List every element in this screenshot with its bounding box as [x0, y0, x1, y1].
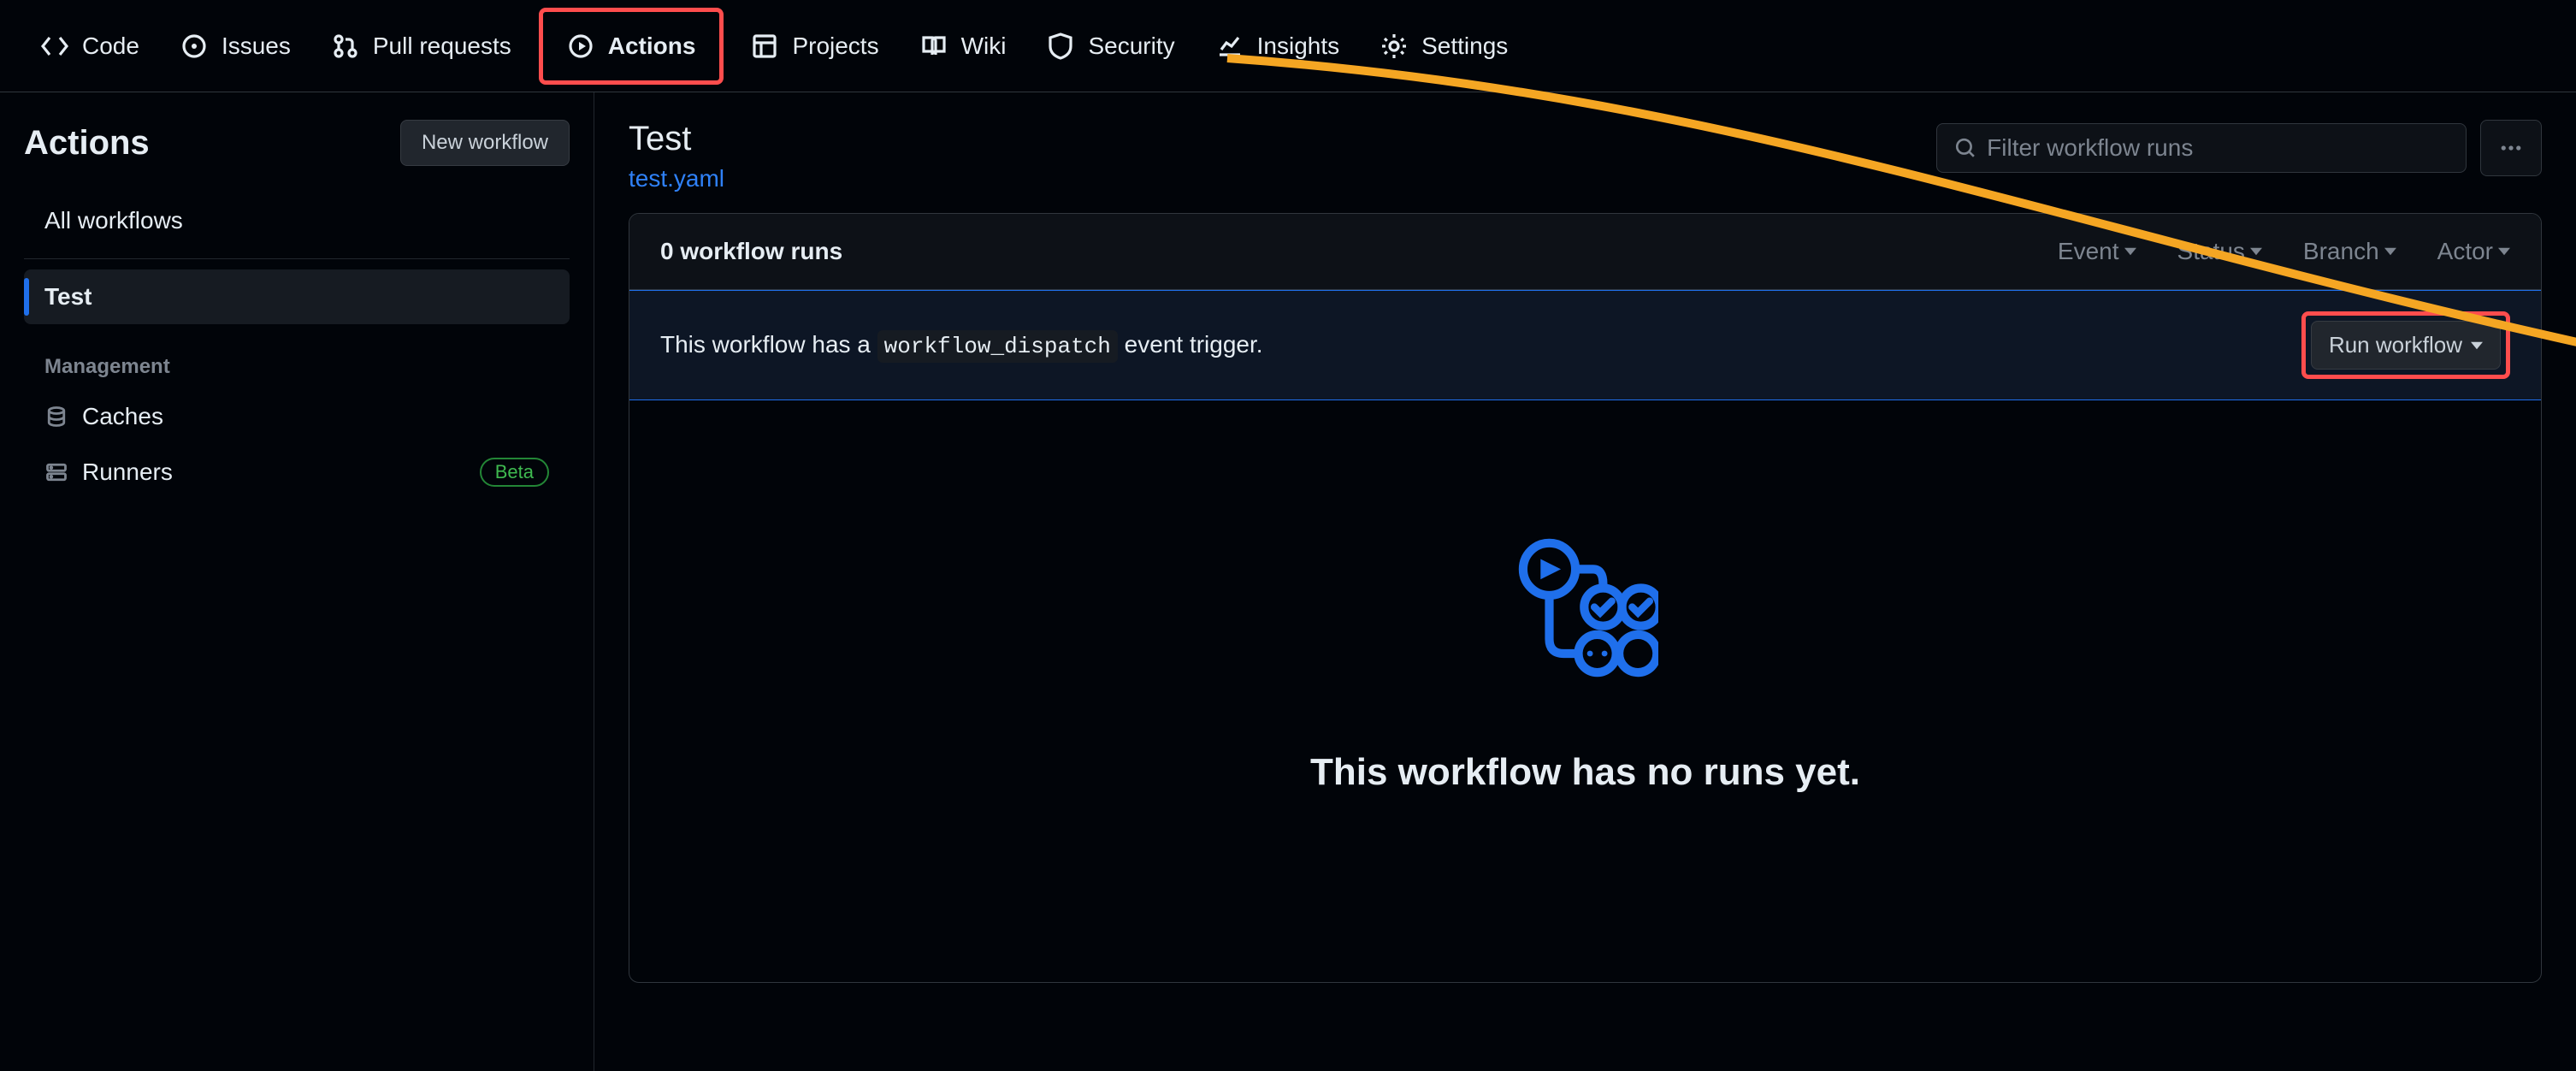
dispatch-code: workflow_dispatch [877, 330, 1118, 363]
tab-projects[interactable]: Projects [737, 19, 892, 74]
server-icon [44, 460, 68, 484]
dispatch-suffix: event trigger. [1125, 331, 1263, 358]
more-options-button[interactable] [2480, 120, 2542, 176]
caret-down-icon [2250, 247, 2262, 256]
sidebar-management-list: Caches Runners Beta [24, 389, 570, 500]
content: Test test.yaml 0 workflow runs Event [594, 92, 2576, 1071]
filter-label: Actor [2437, 238, 2493, 265]
tab-security[interactable]: Security [1033, 19, 1188, 74]
tab-pull-requests[interactable]: Pull requests [318, 19, 525, 74]
run-workflow-label: Run workflow [2329, 332, 2462, 358]
header-right [1936, 120, 2542, 176]
content-header: Test test.yaml [629, 120, 2542, 192]
tab-label: Pull requests [373, 33, 511, 60]
sidebar: Actions New workflow All workflows Test … [0, 92, 594, 1071]
tab-code[interactable]: Code [27, 19, 153, 74]
repo-topnav: Code Issues Pull requests Actions Projec… [0, 0, 2576, 92]
filter-branch[interactable]: Branch [2303, 238, 2396, 265]
pull-request-icon [332, 33, 359, 60]
runs-header: 0 workflow runs Event Status Branch [629, 214, 2541, 290]
tab-label: Security [1088, 33, 1174, 60]
gear-icon [1380, 33, 1408, 60]
sidebar-item-caches[interactable]: Caches [24, 389, 570, 444]
caret-down-icon [2498, 247, 2510, 256]
tab-label: Wiki [961, 33, 1007, 60]
filter-label: Status [2177, 238, 2245, 265]
dispatch-text: This workflow has a workflow_dispatch ev… [660, 331, 1263, 359]
empty-message: This workflow has no runs yet. [1310, 751, 1860, 794]
caret-down-icon [2384, 247, 2396, 256]
search-icon [1954, 136, 1976, 160]
tab-label: Insights [1257, 33, 1340, 60]
sidebar-item-label: Runners [82, 459, 173, 486]
sidebar-item-all-workflows[interactable]: All workflows [24, 193, 570, 248]
runs-panel: 0 workflow runs Event Status Branch [629, 213, 2542, 983]
caret-down-icon [2471, 341, 2483, 350]
issue-icon [180, 33, 208, 60]
code-icon [41, 33, 68, 60]
graph-icon [1216, 33, 1244, 60]
run-workflow-button[interactable]: Run workflow [2311, 321, 2501, 370]
tab-label: Actions [608, 33, 696, 60]
filter-status[interactable]: Status [2177, 238, 2262, 265]
filter-runs-search[interactable] [1936, 123, 2467, 173]
filter-group: Event Status Branch Actor [2058, 238, 2510, 265]
beta-badge: Beta [480, 458, 549, 487]
new-workflow-button[interactable]: New workflow [400, 120, 570, 166]
tab-issues[interactable]: Issues [167, 19, 304, 74]
workflow-file-link[interactable]: test.yaml [629, 165, 724, 192]
tab-label: Code [82, 33, 139, 60]
filter-actor[interactable]: Actor [2437, 238, 2510, 265]
content-title-block: Test test.yaml [629, 120, 724, 192]
dispatch-prefix: This workflow has a [660, 331, 877, 358]
filter-label: Branch [2303, 238, 2379, 265]
main-layout: Actions New workflow All workflows Test … [0, 92, 2576, 1071]
book-icon [920, 33, 948, 60]
divider [24, 258, 570, 259]
tab-actions[interactable]: Actions [553, 19, 710, 74]
tab-wiki[interactable]: Wiki [907, 19, 1020, 74]
runs-count: 0 workflow runs [660, 238, 842, 265]
filter-runs-input[interactable] [1987, 134, 2449, 162]
sidebar-item-label: Test [44, 283, 92, 311]
caret-down-icon [2124, 247, 2136, 256]
workflow-graphic-icon [1513, 537, 1658, 683]
annotation-highlight-actions: Actions [539, 8, 724, 85]
database-icon [44, 405, 68, 429]
project-icon [751, 33, 778, 60]
tab-label: Projects [792, 33, 878, 60]
filter-label: Event [2058, 238, 2119, 265]
tab-label: Settings [1421, 33, 1508, 60]
tab-label: Issues [222, 33, 291, 60]
filter-event[interactable]: Event [2058, 238, 2136, 265]
sidebar-item-workflow-test[interactable]: Test [24, 269, 570, 324]
sidebar-workflow-list: All workflows Test [24, 193, 570, 324]
sidebar-section-management: Management [24, 345, 570, 389]
sidebar-header: Actions New workflow [24, 120, 570, 166]
play-circle-icon [567, 33, 594, 60]
sidebar-item-label: All workflows [44, 207, 183, 234]
tab-insights[interactable]: Insights [1202, 19, 1354, 74]
empty-state: This workflow has no runs yet. [629, 400, 2541, 982]
annotation-highlight-run-workflow: Run workflow [2301, 311, 2510, 379]
tab-settings[interactable]: Settings [1367, 19, 1521, 74]
sidebar-title: Actions [24, 124, 150, 163]
kebab-horizontal-icon [2499, 136, 2523, 160]
workflow-title: Test [629, 120, 724, 158]
sidebar-item-runners[interactable]: Runners Beta [24, 444, 570, 500]
sidebar-item-label: Caches [82, 403, 163, 430]
shield-icon [1047, 33, 1074, 60]
dispatch-bar: This workflow has a workflow_dispatch ev… [629, 290, 2541, 400]
